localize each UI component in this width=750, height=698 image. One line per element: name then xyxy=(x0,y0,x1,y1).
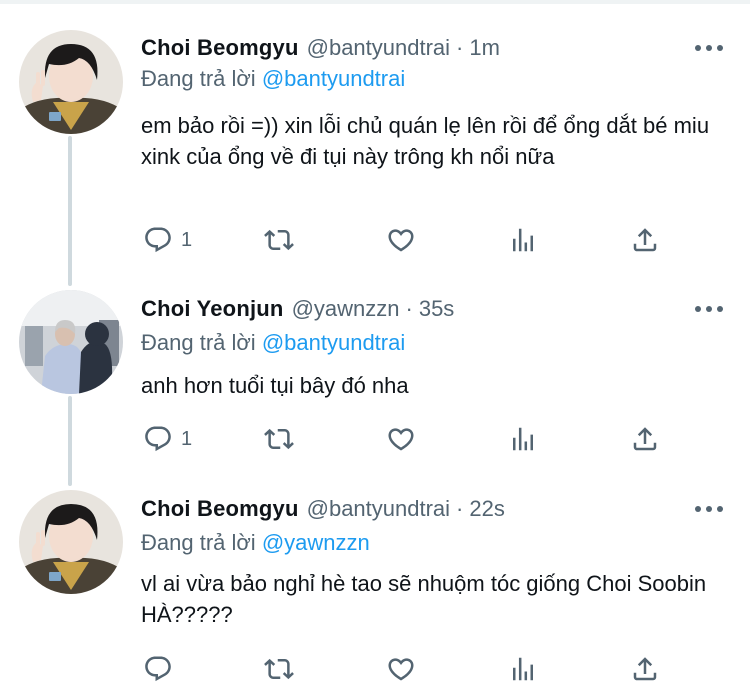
views-button[interactable] xyxy=(508,225,538,255)
more-icon[interactable] xyxy=(695,503,723,515)
tweet-text: anh hơn tuổi tụi bây đó nha xyxy=(141,373,409,398)
reply-count: 1 xyxy=(181,427,193,450)
reply-icon xyxy=(143,424,173,454)
timestamp[interactable]: 22s xyxy=(469,496,504,522)
tweet[interactable]: Choi Yeonjun @yawnzzn · 35s Đang trả lời… xyxy=(0,282,750,482)
timestamp[interactable]: 1m xyxy=(469,35,500,61)
tweet-header: Choi Beomgyu @bantyundtrai · 22s xyxy=(141,494,505,524)
more-icon[interactable] xyxy=(695,42,723,54)
share-icon xyxy=(630,654,660,684)
reply-count: 1 xyxy=(181,228,193,251)
share-icon xyxy=(630,424,660,454)
reply-button[interactable]: 1 xyxy=(143,225,192,255)
share-button[interactable] xyxy=(630,424,660,454)
views-icon xyxy=(508,225,538,255)
share-icon xyxy=(630,225,660,255)
avatar[interactable] xyxy=(19,30,123,134)
reply-icon xyxy=(143,225,173,255)
like-icon xyxy=(386,225,416,255)
like-icon xyxy=(386,424,416,454)
tweet[interactable]: Choi Beomgyu @bantyundtrai · 1m Đang trả… xyxy=(0,0,750,282)
timestamp[interactable]: 35s xyxy=(419,296,454,322)
like-icon xyxy=(386,654,416,684)
avatar[interactable] xyxy=(19,290,123,394)
separator-dot: · xyxy=(405,296,413,321)
retweet-icon xyxy=(264,654,294,684)
share-button[interactable] xyxy=(630,225,660,255)
like-button[interactable] xyxy=(386,654,416,684)
replying-prefix: Đang trả lời xyxy=(141,66,256,91)
more-icon[interactable] xyxy=(695,303,723,315)
reply-icon xyxy=(143,654,173,684)
tweet-text: em bảo rồi =)) xin lỗi chủ quán lẹ lên r… xyxy=(141,113,710,169)
retweet-button[interactable] xyxy=(264,654,294,684)
views-button[interactable] xyxy=(508,424,538,454)
views-icon xyxy=(508,654,538,684)
retweet-button[interactable] xyxy=(264,225,294,255)
separator-dot: · xyxy=(456,496,464,521)
retweet-icon xyxy=(264,424,294,454)
display-name[interactable]: Choi Yeonjun xyxy=(141,296,284,322)
reply-button[interactable] xyxy=(143,654,173,684)
replying-to: Đang trả lời @bantyundtrai xyxy=(141,66,405,92)
share-button[interactable] xyxy=(630,654,660,684)
avatar[interactable] xyxy=(19,490,123,594)
user-handle[interactable]: @bantyundtrai xyxy=(307,35,450,61)
tweet-header: Choi Beomgyu @bantyundtrai · 1m xyxy=(141,33,500,63)
user-handle[interactable]: @yawnzzn xyxy=(292,296,400,322)
separator-dot: · xyxy=(456,35,464,60)
reply-button[interactable]: 1 xyxy=(143,424,192,454)
retweet-button[interactable] xyxy=(264,424,294,454)
replying-to: Đang trả lời @bantyundtrai xyxy=(141,330,405,356)
views-icon xyxy=(508,424,538,454)
replying-prefix: Đang trả lời xyxy=(141,530,256,555)
like-button[interactable] xyxy=(386,424,416,454)
mention-link[interactable]: @bantyundtrai xyxy=(262,330,405,355)
tweet-header: Choi Yeonjun @yawnzzn · 35s xyxy=(141,294,454,324)
replying-to: Đang trả lời @yawnzzn xyxy=(141,530,370,556)
replying-prefix: Đang trả lời xyxy=(141,330,256,355)
tweet[interactable]: Choi Beomgyu @bantyundtrai · 22s Đang tr… xyxy=(0,482,750,698)
like-button[interactable] xyxy=(386,225,416,255)
user-handle[interactable]: @bantyundtrai xyxy=(307,496,450,522)
mention-link[interactable]: @yawnzzn xyxy=(262,530,370,555)
display-name[interactable]: Choi Beomgyu xyxy=(141,496,299,522)
mention-link[interactable]: @bantyundtrai xyxy=(262,66,405,91)
display-name[interactable]: Choi Beomgyu xyxy=(141,35,299,61)
views-button[interactable] xyxy=(508,654,538,684)
tweet-text: vl ai vừa bảo nghỉ hè tao sẽ nhuộm tóc g… xyxy=(141,571,707,627)
retweet-icon xyxy=(264,225,294,255)
